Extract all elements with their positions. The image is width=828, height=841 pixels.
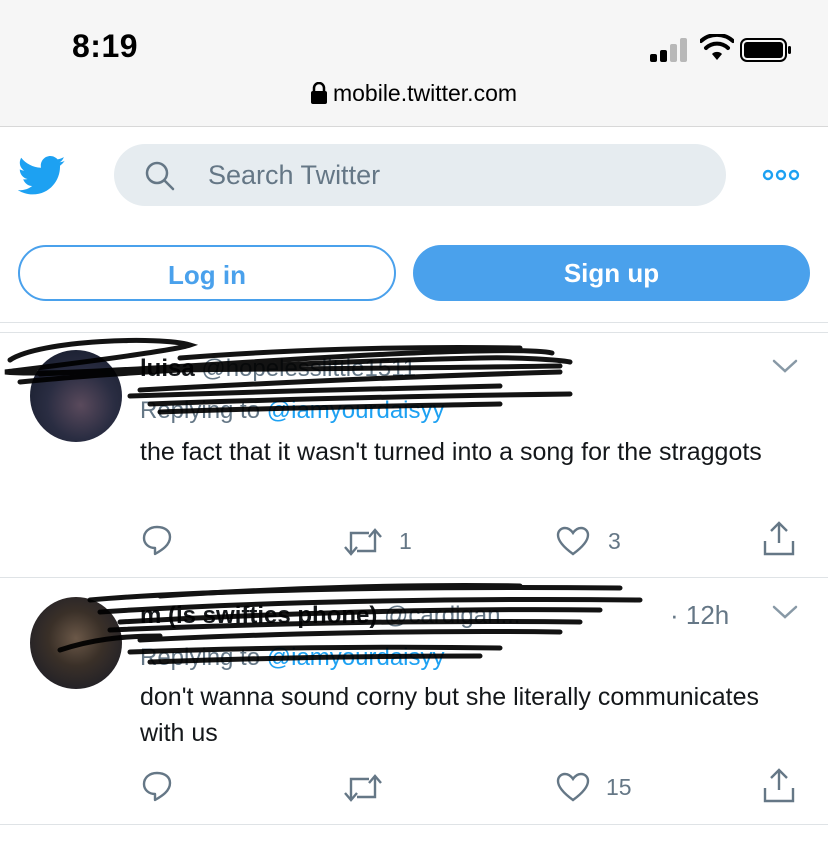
replying-prefix: Replying to [140, 397, 261, 424]
tweet-author[interactable]: m (is swifties phone) @cardigan... [140, 602, 520, 630]
retweet-icon[interactable] [343, 525, 383, 559]
replying-handle[interactable]: @iamyourdaisyy [267, 397, 445, 424]
url-text: mobile.twitter.com [332, 80, 518, 106]
like-count: 3 [608, 528, 621, 554]
avatar[interactable] [30, 350, 122, 442]
replying-to: Replying to @iamyourdaisyy [140, 397, 445, 425]
tweet-author[interactable]: luisa @hopelesslittle1511 [140, 355, 416, 383]
avatar[interactable] [30, 597, 122, 689]
retweet-count: 1 [399, 528, 412, 554]
author-name: m (is swifties phone) [140, 602, 378, 629]
reply-icon[interactable] [140, 769, 174, 803]
author-name: luisa [140, 355, 195, 382]
more-icon[interactable] [762, 166, 800, 184]
battery-icon [740, 38, 791, 62]
search-input[interactable]: Search Twitter [114, 144, 726, 206]
login-button[interactable]: Log in [18, 245, 396, 301]
browser-status-bar: 8:19 mobile.twitter.com [0, 0, 828, 127]
author-handle: @hopelesslittle1511 [201, 355, 417, 382]
chevron-down-icon[interactable] [772, 358, 798, 374]
tweet-text: the fact that it wasn't turned into a so… [140, 438, 762, 466]
search-icon [145, 161, 175, 191]
cell-signal-icon [650, 38, 694, 62]
divider [0, 322, 828, 323]
lock-icon [310, 82, 327, 104]
clock-time: 8:19 [72, 28, 139, 64]
tweet-item[interactable]: luisa @hopelesslittle1511 Replying to @i… [0, 333, 828, 577]
signup-button[interactable]: Sign up [413, 245, 810, 301]
share-icon[interactable] [762, 521, 796, 557]
twitter-bird-icon[interactable] [18, 156, 66, 196]
heart-icon[interactable] [556, 524, 590, 558]
chevron-down-icon[interactable] [772, 604, 798, 620]
replying-to: Replying to @iamyourdaisyy [140, 644, 445, 672]
author-handle: @cardigan... [384, 602, 521, 629]
divider [0, 824, 828, 825]
tweet-item[interactable]: m (is swifties phone) @cardigan... · 12h… [0, 578, 828, 824]
replying-prefix: Replying to [140, 644, 261, 671]
tweet-text: don't wanna sound corny but she literall… [140, 683, 759, 747]
reply-icon[interactable] [140, 523, 174, 557]
tweet-timestamp[interactable]: · 12h [670, 600, 729, 631]
like-count: 15 [606, 774, 632, 800]
heart-icon[interactable] [556, 770, 590, 804]
search-placeholder: Search Twitter [208, 160, 381, 190]
replying-handle[interactable]: @iamyourdaisyy [267, 644, 445, 671]
retweet-icon[interactable] [343, 771, 383, 805]
url-bar[interactable]: mobile.twitter.com [0, 80, 828, 107]
share-icon[interactable] [762, 768, 796, 804]
wifi-icon [700, 34, 734, 60]
